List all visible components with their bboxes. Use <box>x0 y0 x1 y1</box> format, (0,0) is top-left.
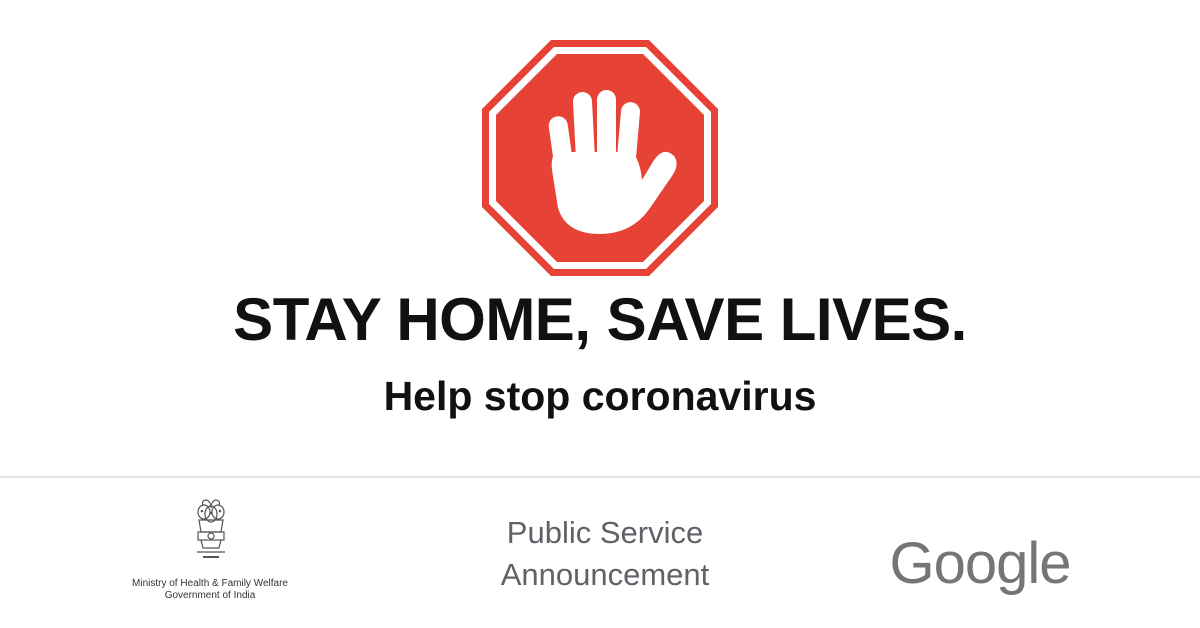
psa-banner: STAY HOME, SAVE LIVES. Help stop coronav… <box>0 0 1200 628</box>
stop-hand-icon <box>482 40 718 276</box>
footer: Ministry of Health & Family Welfare Gove… <box>0 478 1200 628</box>
ministry-line-1: Ministry of Health & Family Welfare <box>132 578 288 589</box>
subheadline: Help stop coronavirus <box>383 373 817 419</box>
psa-line-1: Public Service <box>506 515 704 550</box>
psa-label: Public Service Announcement <box>450 512 760 596</box>
ministry-name: Ministry of Health & Family Welfare Gove… <box>80 578 340 602</box>
ministry-line-2: Government of India <box>164 590 256 601</box>
psa-line-2: Announcement <box>500 557 710 592</box>
headline: STAY HOME, SAVE LIVES. <box>233 286 967 353</box>
google-logo: Google <box>889 531 1071 596</box>
national-emblem-icon <box>197 499 225 558</box>
